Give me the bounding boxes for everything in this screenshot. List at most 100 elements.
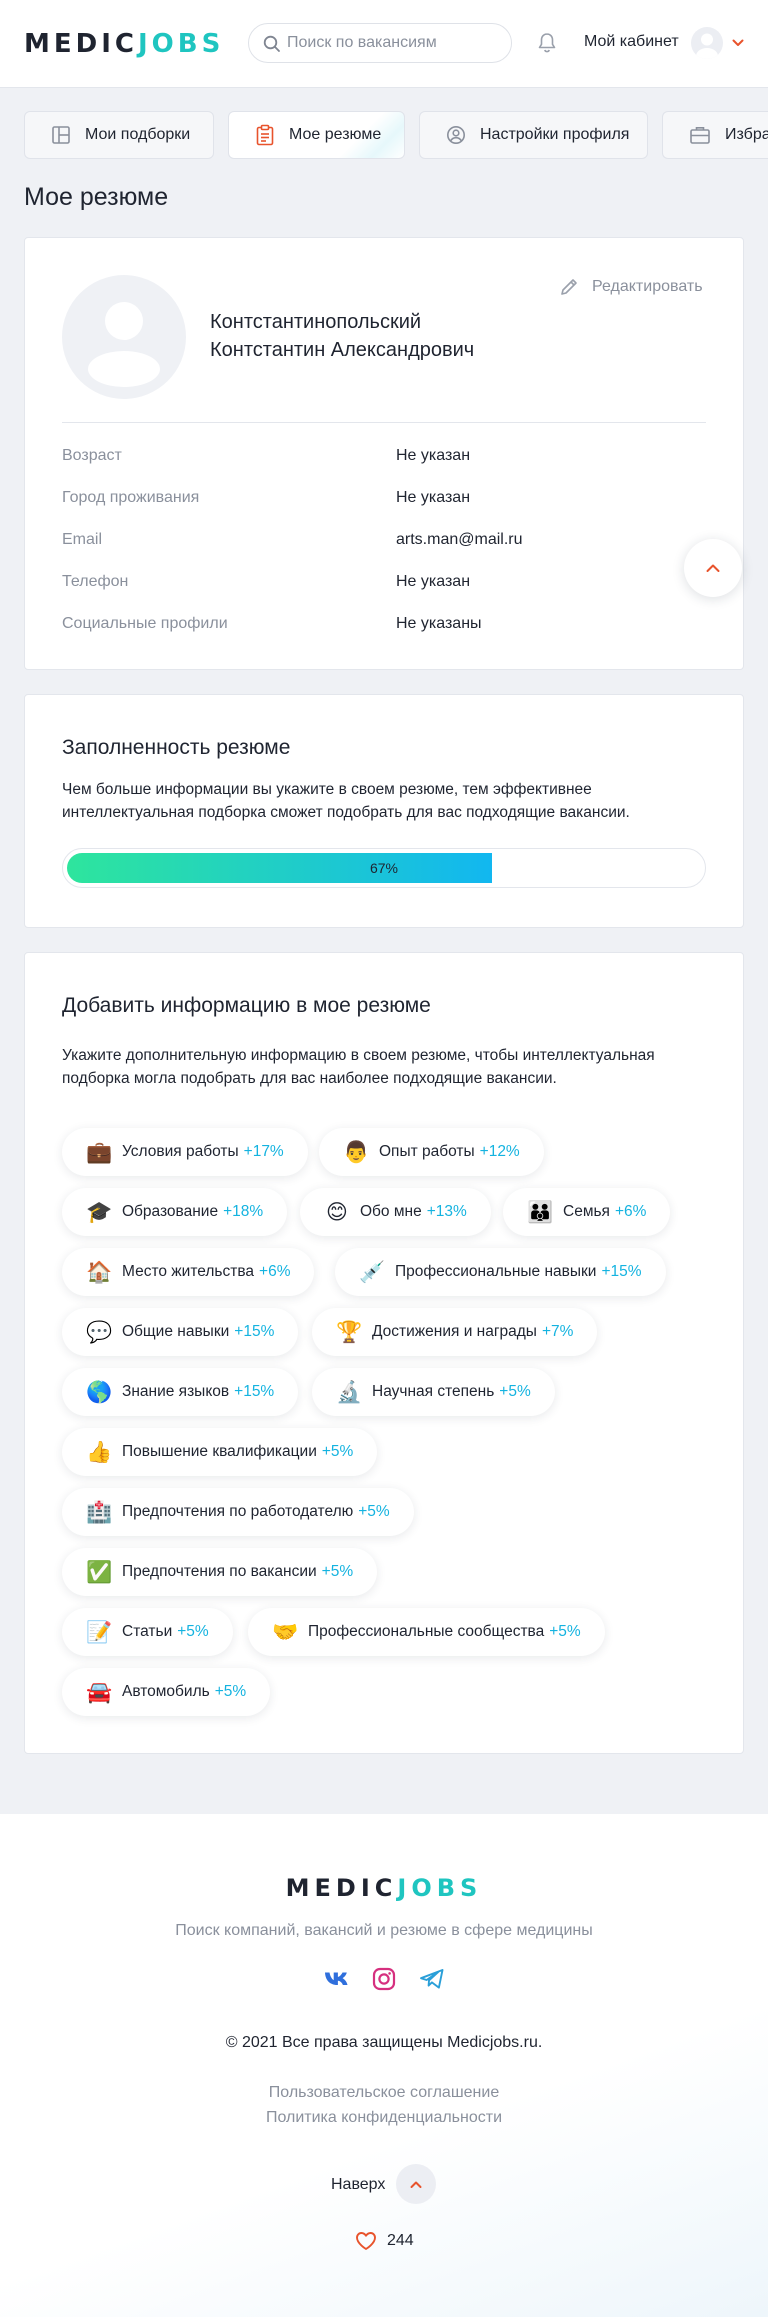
chip-percent: +15% [234,1383,275,1400]
profile-card: Контстантинопольский Контстантин Алексан… [24,237,744,670]
chip-label: Условия работы [122,1143,239,1160]
chip-label: Место жительства [122,1263,255,1280]
chip-family[interactable]: 👪 Семья +6% [503,1188,671,1236]
info-value: Не указан [396,447,471,464]
briefcase-icon [690,127,710,144]
chip-professional-skills[interactable]: 💉 Профессиональные навыки +15% [335,1248,666,1296]
logo-part-medic: MEDIC [24,29,138,59]
chip-percent: +12% [479,1143,520,1160]
completeness-text: Чем больше информации вы укажите в своем… [62,781,630,821]
add-info-title: Добавить информацию в мое резюме [62,994,431,1017]
back-to-top-label[interactable]: Наверх [331,2176,385,2194]
cabinet-link[interactable]: Мой кабинет [584,33,679,51]
info-row-city: Город проживания Не указан [62,489,706,511]
info-label: Город проживания [62,489,200,506]
chip-percent: +7% [541,1323,574,1340]
chevron-up-icon [706,564,720,572]
chip-percent: +13% [426,1203,467,1220]
chip-label: Общие навыки [122,1323,230,1340]
chip-percent: +6% [259,1263,291,1280]
chip-qualification[interactable]: 👍 Повышение квалификации +5% [62,1428,378,1476]
add-info-text: Укажите дополнительную информацию в свое… [62,1047,655,1087]
tab-favorites[interactable]: Избранное [662,111,768,159]
chip-label: Знание языков [122,1383,230,1400]
chip-articles[interactable]: 📝 Статьи +5% [62,1608,233,1656]
chip-label: Опыт работы [379,1143,475,1160]
chip-label: Образование [122,1203,219,1220]
clipboard-icon [256,124,274,146]
chip-percent: +6% [614,1203,647,1220]
bell-icon[interactable] [537,32,557,54]
info-label: Телефон [62,573,129,590]
graduation-cap-icon: 🎓 [86,1199,113,1224]
heart-icon [356,2232,376,2250]
car-icon: 🚘 [86,1679,113,1704]
likes-counter[interactable]: 244 [355,2231,414,2251]
user-circle-icon [447,126,465,144]
avatar[interactable] [691,27,723,59]
microscope-icon: 🔬 [336,1379,363,1404]
briefcase-emoji-icon: 💼 [86,1139,113,1164]
info-label: Социальные профили [62,615,228,632]
edit-button[interactable]: Редактировать [558,276,703,298]
tab-label: Избранное [725,126,768,143]
chip-vacancy-preferences[interactable]: ✅ Предпочтения по вакансии +5% [62,1548,378,1596]
chip-academic-degree[interactable]: 🔬 Научная степень +5% [312,1368,555,1416]
user-agreement-link[interactable]: Пользовательское соглашение [0,2084,768,2102]
logo[interactable]: MEDICJOBS [24,28,224,60]
completeness-title: Заполненность резюме [62,736,291,759]
privacy-policy-link[interactable]: Политика конфиденциальности [0,2109,768,2127]
scroll-top-button[interactable] [684,539,742,597]
chip-label: Профессиональные сообщества [308,1623,545,1640]
page-title: Мое резюме [24,183,169,211]
chip-employer-preferences[interactable]: 🏥 Предпочтения по работодателю +5% [62,1488,414,1536]
completeness-card: Заполненность резюме Чем больше информац… [24,694,744,928]
pencil-icon [561,279,577,295]
info-value: Не указаны [396,615,482,632]
progress-percent: 67% [369,860,399,876]
chip-education[interactable]: 🎓 Образование +18% [62,1188,288,1236]
chip-professional-communities[interactable]: 🤝 Профессиональные сообщества +5% [248,1608,605,1656]
add-info-card: Добавить информацию в мое резюме Укажите… [24,952,744,1754]
thumbs-up-icon: 👍 [86,1439,113,1464]
chip-percent: +5% [177,1623,209,1640]
info-value: arts.man@mail.ru [396,531,523,548]
handshake-icon: 🤝 [272,1619,299,1644]
chip-work-conditions[interactable]: 💼 Условия работы +17% [62,1128,308,1176]
header: MEDICJOBS Мой кабинет [0,0,768,88]
chip-about-me[interactable]: 😊 Обо мне +13% [300,1188,491,1236]
chip-achievements[interactable]: 🏆 Достижения и награды +7% [312,1308,598,1356]
footer-logo[interactable]: MEDICJOBS [0,1874,768,1902]
chip-car[interactable]: 🚘 Автомобиль +5% [62,1668,271,1716]
info-row-age: Возраст Не указан [62,447,706,469]
instagram-icon[interactable] [369,1964,399,1994]
footer-subtitle: Поиск компаний, вакансий и резюме в сфер… [175,1922,593,1939]
tab-label: Мое резюме [289,126,382,143]
globe-icon: 🌎 [86,1379,113,1404]
vk-icon[interactable] [322,1964,352,1994]
info-row-phone: Телефон Не указан [62,573,706,595]
profile-avatar[interactable] [62,275,186,399]
chip-percent: +5% [214,1683,247,1700]
family-icon: 👪 [527,1199,554,1224]
chip-label: Статьи [122,1623,173,1640]
chevron-up-icon [410,2181,422,2188]
chevron-down-icon[interactable] [732,38,744,48]
back-to-top-button[interactable] [396,2164,436,2204]
chip-residence[interactable]: 🏠 Место жительства +6% [62,1248,315,1296]
telegram-icon[interactable] [417,1964,447,1994]
chip-label: Семья [563,1203,610,1220]
info-row-email: Email arts.man@mail.ru [62,531,706,553]
chip-general-skills[interactable]: 💬 Общие навыки +15% [62,1308,299,1356]
info-label: Email [62,531,103,548]
trophy-icon: 🏆 [336,1319,363,1344]
chip-label: Автомобиль [122,1683,210,1700]
tab-my-resume[interactable]: Мое резюме [228,111,405,159]
chip-experience[interactable]: 👨 Опыт работы +12% [319,1128,544,1176]
chip-languages[interactable]: 🌎 Знание языков +15% [62,1368,299,1416]
tab-profile-settings[interactable]: Настройки профиля [419,111,648,159]
chip-percent: +5% [321,1563,354,1580]
tab-my-selections[interactable]: Мои подборки [24,111,214,159]
search-input[interactable] [287,24,497,62]
chip-percent: +5% [321,1443,354,1460]
